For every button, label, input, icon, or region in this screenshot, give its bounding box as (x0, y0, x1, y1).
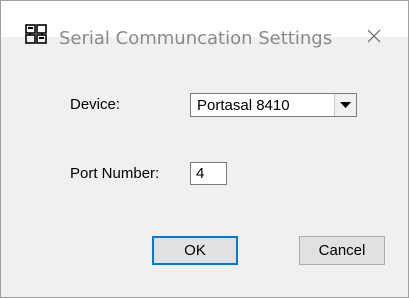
port-number-field[interactable]: 4 (190, 162, 227, 185)
device-select[interactable]: Portasal 8410 (190, 93, 357, 117)
window-title: Serial Communcation Settings (59, 28, 333, 49)
device-select-value: Portasal 8410 (197, 97, 290, 114)
port-number-label: Port Number: (70, 165, 160, 182)
ok-button[interactable]: OK (152, 236, 238, 265)
close-button[interactable] (359, 22, 389, 50)
device-label: Device: (70, 96, 121, 113)
cancel-button[interactable]: Cancel (299, 236, 385, 265)
title-bar[interactable]: Serial Communcation Settings (1, 1, 408, 49)
chevron-down-icon (340, 102, 351, 108)
settings-dialog: Serial Communcation Settings Device: Por… (0, 0, 409, 298)
port-number-value: 4 (196, 165, 205, 182)
close-icon (367, 29, 381, 43)
serial-app-icon (25, 24, 47, 44)
device-dropdown-button[interactable] (334, 94, 356, 116)
